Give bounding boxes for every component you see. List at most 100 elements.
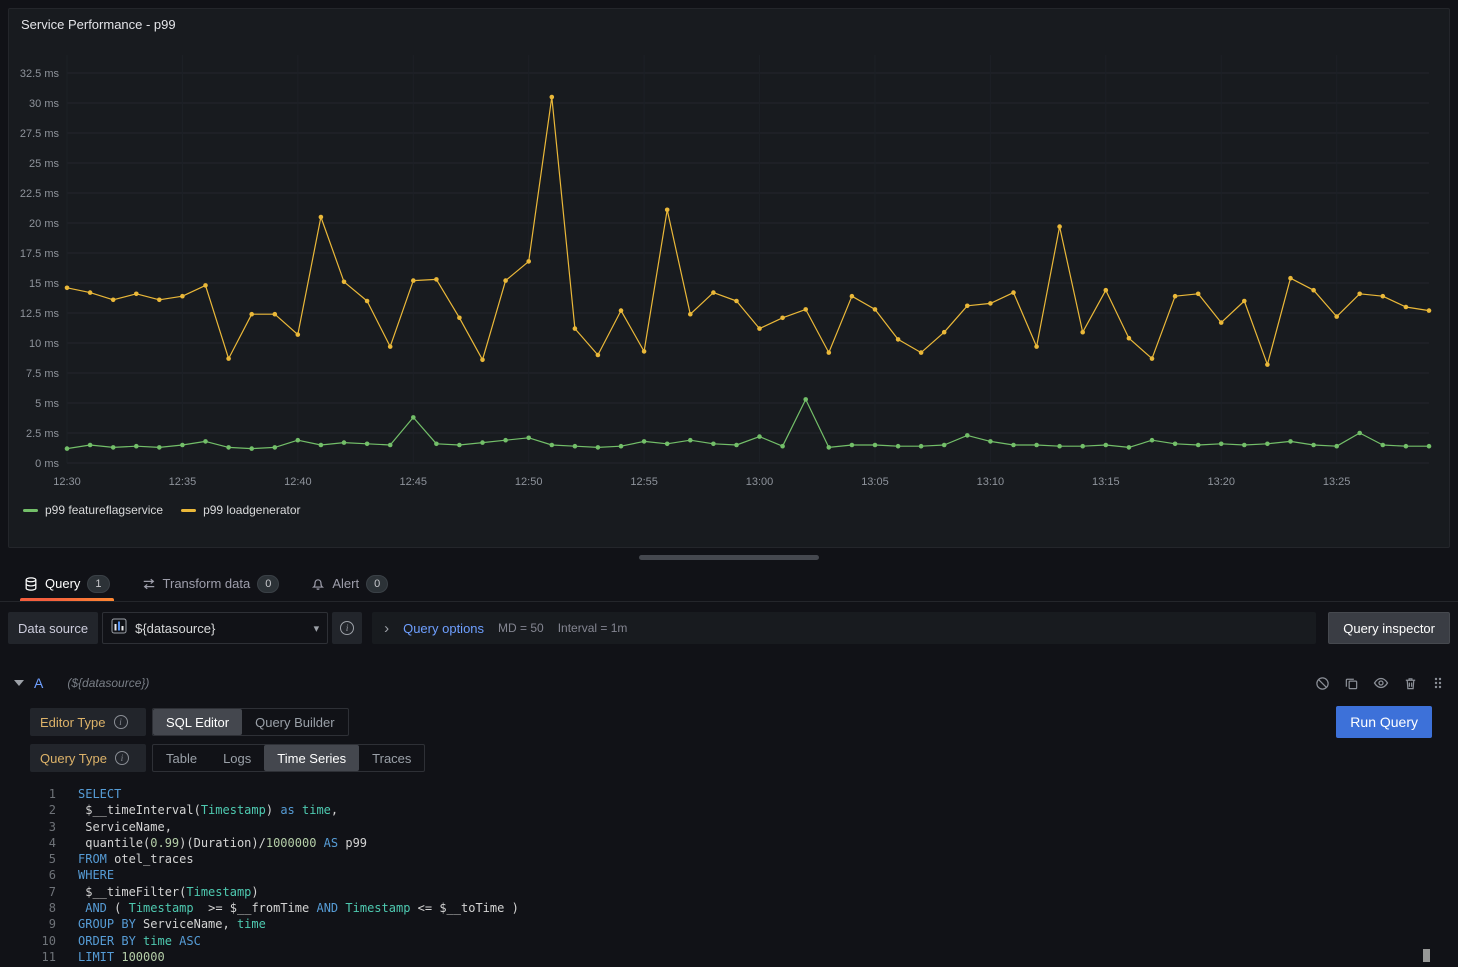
series-point (411, 415, 416, 420)
hide-response-button[interactable] (1373, 675, 1389, 691)
series-point (134, 292, 139, 297)
tab-count-badge: 1 (87, 575, 109, 593)
code-line[interactable]: 5FROM otel_traces (30, 851, 1432, 867)
series-point (342, 440, 347, 445)
datasource-help-button[interactable]: i (332, 612, 362, 644)
series-point (296, 438, 301, 443)
radio-table[interactable]: Table (153, 745, 210, 771)
series-point (1104, 443, 1109, 448)
series-point (1057, 224, 1062, 229)
sql-editor[interactable]: 1SELECT2 $__timeInterval(Timestamp) as t… (30, 782, 1432, 967)
y-axis-tick-label: 22.5 ms (20, 188, 60, 200)
series-point (550, 95, 555, 100)
series-point (1357, 292, 1362, 297)
y-axis-tick-label: 27.5 ms (20, 128, 60, 140)
query-inspector-button[interactable]: Query inspector (1328, 612, 1450, 644)
series-point (457, 443, 462, 448)
y-axis-tick-label: 5 ms (35, 398, 59, 410)
code-line[interactable]: 1SELECT (30, 786, 1432, 802)
series-point (665, 208, 670, 213)
series-point (342, 280, 347, 285)
horizontal-scrollbar[interactable] (639, 555, 819, 560)
series-point (780, 316, 785, 321)
series-point (1311, 443, 1316, 448)
code-line[interactable]: 11LIMIT 100000 (30, 949, 1432, 965)
query-options-toggle[interactable]: › Query options MD = 50 Interval = 1m (372, 612, 1316, 644)
code-line-content: FROM otel_traces (78, 851, 194, 867)
y-axis-tick-label: 25 ms (29, 158, 59, 170)
radio-traces[interactable]: Traces (359, 745, 424, 771)
code-line[interactable]: 6WHERE (30, 867, 1432, 883)
series-point (757, 434, 762, 439)
sql-code: 1SELECT2 $__timeInterval(Timestamp) as t… (30, 786, 1432, 965)
y-axis-tick-label: 30 ms (29, 98, 59, 110)
x-axis-tick-label: 13:15 (1092, 476, 1120, 488)
radio-query-builder[interactable]: Query Builder (242, 709, 347, 735)
code-line[interactable]: 4 quantile(0.99)(Duration)/1000000 AS p9… (30, 835, 1432, 851)
panel-title[interactable]: Service Performance - p99 (21, 17, 176, 32)
collapse-query-icon[interactable] (14, 680, 24, 686)
series-point (1080, 330, 1085, 335)
code-line-content: ServiceName, (78, 819, 172, 835)
radio-sql-editor[interactable]: SQL Editor (153, 709, 242, 735)
radio-time-series[interactable]: Time Series (264, 745, 359, 771)
series-point (411, 278, 416, 283)
info-icon: i (340, 621, 354, 635)
series-point (780, 444, 785, 449)
timeseries-chart[interactable]: 0 ms2.5 ms5 ms7.5 ms10 ms12.5 ms15 ms17.… (9, 39, 1449, 501)
y-axis-tick-label: 0 ms (35, 458, 59, 470)
panel-header: Service Performance - p99 (9, 9, 1449, 39)
series-point (1104, 288, 1109, 293)
legend-item-featureflagservice[interactable]: p99 featureflagservice (23, 503, 163, 517)
radio-logs[interactable]: Logs (210, 745, 264, 771)
y-axis-tick-label: 20 ms (29, 218, 59, 230)
series-point (365, 442, 370, 447)
series-point (711, 290, 716, 295)
series-point (573, 326, 578, 331)
tab-query[interactable]: Query 1 (10, 566, 124, 601)
code-line-content: WHERE (78, 867, 114, 883)
datasource-picker[interactable]: ${datasource} ▾ (102, 612, 328, 644)
series-point (88, 290, 93, 295)
line-number: 10 (30, 933, 78, 949)
copy-icon (1344, 676, 1359, 691)
series-point (480, 358, 485, 363)
legend-item-loadgenerator[interactable]: p99 loadgenerator (181, 503, 300, 517)
line-number: 6 (30, 867, 78, 883)
run-query-button[interactable]: Run Query (1336, 706, 1432, 738)
series-point (757, 326, 762, 331)
series-point (1219, 320, 1224, 325)
x-axis-tick-label: 12:45 (400, 476, 428, 488)
series-point (711, 442, 716, 447)
series-point (1265, 362, 1270, 367)
tab-transform-data[interactable]: Transform data 0 (128, 566, 294, 601)
code-line[interactable]: 8 AND ( Timestamp >= $__fromTime AND Tim… (30, 900, 1432, 916)
query-body: Editor Type i SQL Editor Query Builder R… (14, 698, 1444, 967)
query-options-interval: Interval = 1m (558, 621, 628, 635)
code-line[interactable]: 9GROUP BY ServiceName, time (30, 916, 1432, 932)
disable-query-button[interactable] (1315, 676, 1330, 691)
remove-query-button[interactable] (1403, 676, 1418, 691)
tab-alert[interactable]: Alert 0 (297, 566, 402, 601)
series-point (226, 356, 231, 361)
series-point (550, 443, 555, 448)
line-number: 4 (30, 835, 78, 851)
drag-handle[interactable] (1432, 676, 1444, 690)
series-point (1150, 356, 1155, 361)
tab-label: Query (45, 576, 80, 591)
x-axis-tick-label: 13:25 (1323, 476, 1351, 488)
x-axis-tick-label: 13:20 (1207, 476, 1235, 488)
eye-icon (1373, 675, 1389, 691)
series-point (1196, 292, 1201, 297)
code-line[interactable]: 2 $__timeInterval(Timestamp) as time, (30, 802, 1432, 818)
chevron-right-icon: › (384, 621, 389, 636)
code-line[interactable]: 10ORDER BY time ASC (30, 933, 1432, 949)
code-line[interactable]: 7 $__timeFilter(Timestamp) (30, 884, 1432, 900)
tab-label: Alert (332, 576, 359, 591)
duplicate-query-button[interactable] (1344, 676, 1359, 691)
editor-type-row: Editor Type i SQL Editor Query Builder R… (30, 706, 1444, 738)
series-point (434, 277, 439, 282)
code-line[interactable]: 3 ServiceName, (30, 819, 1432, 835)
legend-swatch-green (23, 509, 38, 512)
query-ref-id[interactable]: A (34, 675, 43, 691)
